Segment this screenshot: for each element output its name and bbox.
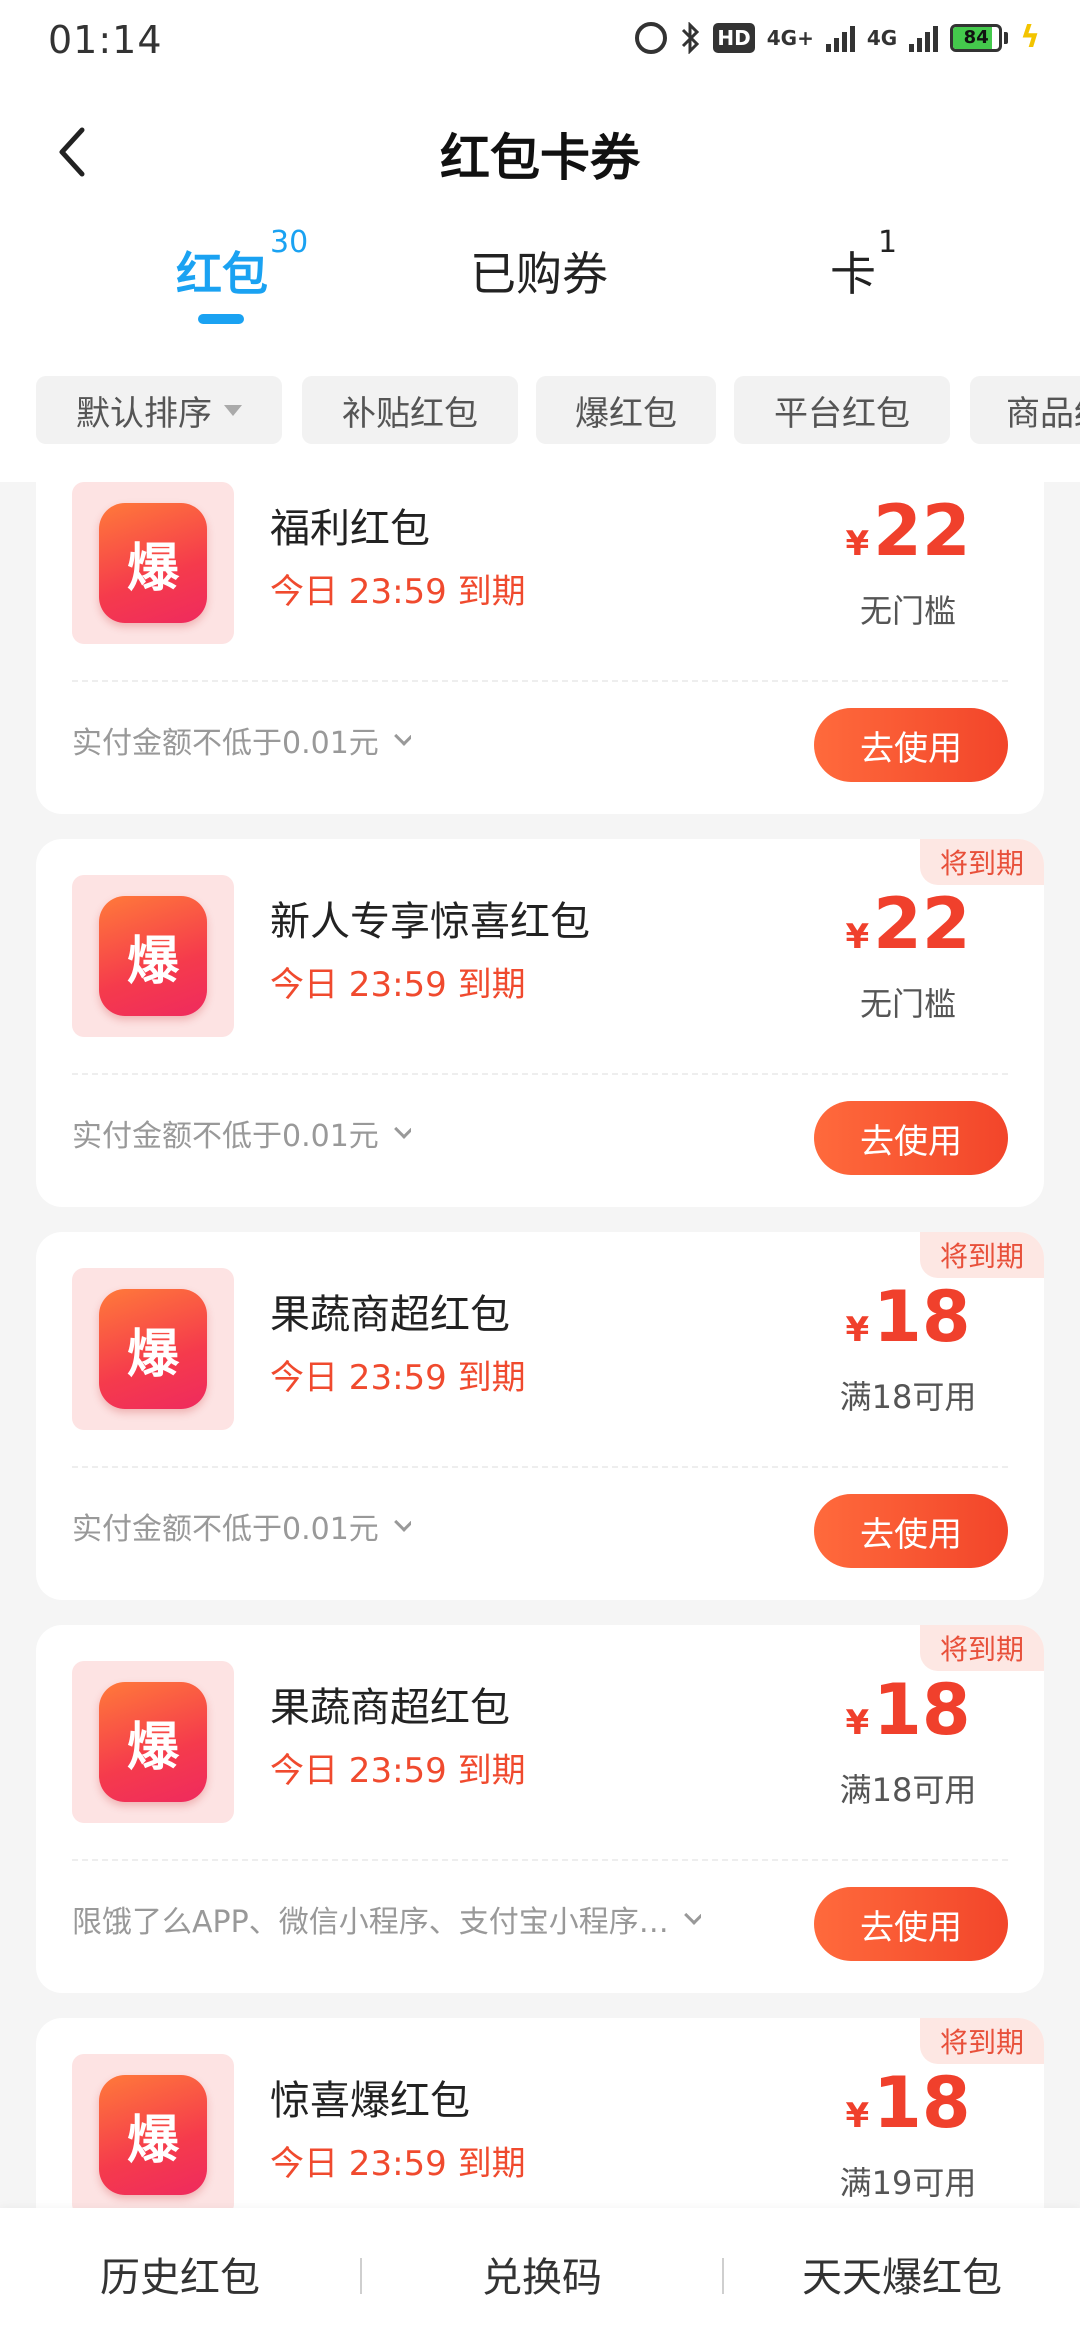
coupon-title: 福利红包 xyxy=(270,506,430,552)
coupon-rule[interactable]: 限饿了么APP、微信小程序、支付宝小程序… xyxy=(72,1897,701,1941)
bluetooth-icon xyxy=(679,21,701,54)
page-title: 红包卡券 xyxy=(440,129,640,187)
tab-bar: 红包30 已购券 卡1 xyxy=(0,222,1080,332)
coupon-expire: 今日 23:59 到期 xyxy=(270,1751,526,1791)
dropdown-arrow-icon xyxy=(224,404,242,416)
chevron-down-icon xyxy=(393,726,411,746)
coupon-card: 将到期 爆 惊喜爆红包 今日 23:59 到期 ¥18 满19可用 xyxy=(36,2018,1044,2208)
coupon-card: 将到期 爆 果蔬商超红包 今日 23:59 到期 ¥18 满18可用 限饿了么A… xyxy=(36,1625,1044,1993)
alarm-icon xyxy=(635,21,668,54)
boom-logo-icon: 爆 xyxy=(99,1682,207,1802)
coupon-list[interactable]: 爆 福利红包 今日 23:59 到期 ¥22 无门槛 实付金额不低于0.01元 … xyxy=(0,482,1080,2208)
coupon-card: 将到期 爆 新人专享惊喜红包 今日 23:59 到期 ¥22 无门槛 实付金额不… xyxy=(36,839,1044,1207)
status-icons: HD 4G+ 4G 84 ϟ xyxy=(635,20,1040,55)
chevron-down-icon xyxy=(393,1512,411,1532)
filter-default-sort[interactable]: 默认排序 xyxy=(36,376,282,444)
signal-icon xyxy=(825,24,855,52)
coupon-logo: 爆 xyxy=(72,875,234,1037)
dashed-divider xyxy=(72,680,1008,682)
tab-purchased-coupons[interactable]: 已购券 xyxy=(470,238,608,318)
tab-count: 30 xyxy=(270,224,309,260)
use-button[interactable]: 去使用 xyxy=(814,1101,1008,1175)
dashed-divider xyxy=(72,1466,1008,1468)
boom-logo-icon: 爆 xyxy=(99,1289,207,1409)
filter-boom[interactable]: 爆红包 xyxy=(536,376,716,444)
coupon-rule[interactable]: 实付金额不低于0.01元 xyxy=(72,1504,411,1548)
signal-icon-2 xyxy=(909,24,939,52)
coupon-condition: 无门槛 xyxy=(859,592,956,630)
chevron-down-icon xyxy=(393,1119,411,1139)
coupon-logo: 爆 xyxy=(72,2054,234,2208)
filter-chips: 默认排序 补贴红包 爆红包 平台红包 商品红包 xyxy=(36,376,1080,444)
status-time: 01:14 xyxy=(48,18,163,62)
coupon-expire: 今日 23:59 到期 xyxy=(270,572,526,612)
use-button[interactable]: 去使用 xyxy=(814,708,1008,782)
coupon-title: 新人专享惊喜红包 xyxy=(270,899,590,945)
coupon-amount: ¥18 xyxy=(845,1276,971,1358)
dashed-divider xyxy=(72,1859,1008,1861)
coupon-expire: 今日 23:59 到期 xyxy=(270,965,526,1005)
boom-logo-icon: 爆 xyxy=(99,896,207,1016)
top-area: 01:14 HD 4G+ 4G 84 ϟ 红包卡券 红包30 已购券 卡1 默认… xyxy=(0,0,1080,482)
coupon-title: 果蔬商超红包 xyxy=(270,1685,510,1731)
history-red-packets-button[interactable]: 历史红包 xyxy=(0,2208,360,2340)
coupon-condition: 无门槛 xyxy=(859,985,956,1023)
coupon-amount: ¥22 xyxy=(845,490,971,572)
coupon-card: 爆 福利红包 今日 23:59 到期 ¥22 无门槛 实付金额不低于0.01元 … xyxy=(36,482,1044,814)
dashed-divider xyxy=(72,1073,1008,1075)
network-4g-plus-label: 4G+ xyxy=(766,25,814,50)
expiring-badge: 将到期 xyxy=(920,1232,1044,1278)
daily-boom-red-packet-button[interactable]: 天天爆红包 xyxy=(724,2208,1080,2340)
coupon-condition: 满18可用 xyxy=(839,1771,977,1809)
coupon-logo: 爆 xyxy=(72,1661,234,1823)
tab-red-packets[interactable]: 红包30 xyxy=(176,225,308,318)
use-button[interactable]: 去使用 xyxy=(814,1494,1008,1568)
coupon-card: 将到期 爆 果蔬商超红包 今日 23:59 到期 ¥18 满18可用 实付金额不… xyxy=(36,1232,1044,1600)
coupon-expire: 今日 23:59 到期 xyxy=(270,1358,526,1398)
coupon-logo: 爆 xyxy=(72,482,234,644)
coupon-title: 果蔬商超红包 xyxy=(270,1292,510,1338)
boom-logo-icon: 爆 xyxy=(99,2075,207,2195)
coupon-expire: 今日 23:59 到期 xyxy=(270,2144,526,2184)
hd-voice-icon: HD xyxy=(713,22,755,53)
expiring-badge: 将到期 xyxy=(920,2018,1044,2064)
charging-icon: ϟ xyxy=(1020,20,1040,55)
coupon-title: 惊喜爆红包 xyxy=(270,2078,470,2124)
network-4g-label: 4G xyxy=(866,25,898,50)
coupon-amount: ¥18 xyxy=(845,2062,971,2144)
battery-icon: 84 xyxy=(950,23,1009,52)
coupon-rule[interactable]: 实付金额不低于0.01元 xyxy=(72,718,411,762)
active-tab-indicator xyxy=(198,314,244,324)
bottom-bar: 历史红包 兑换码 天天爆红包 xyxy=(0,2208,1080,2340)
status-bar: 01:14 HD 4G+ 4G 84 ϟ xyxy=(0,0,1080,84)
filter-product[interactable]: 商品红包 xyxy=(970,376,1080,444)
tab-count: 1 xyxy=(878,224,898,260)
coupon-amount: ¥18 xyxy=(845,1669,971,1751)
chevron-down-icon xyxy=(683,1905,701,1925)
use-button[interactable]: 去使用 xyxy=(814,1887,1008,1961)
filter-platform[interactable]: 平台红包 xyxy=(734,376,950,444)
coupon-condition: 满18可用 xyxy=(839,1378,977,1416)
nav-bar: 红包卡券 xyxy=(0,92,1080,212)
coupon-amount: ¥22 xyxy=(845,883,971,965)
expiring-badge: 将到期 xyxy=(920,839,1044,885)
coupon-rule[interactable]: 实付金额不低于0.01元 xyxy=(72,1111,411,1155)
redeem-code-button[interactable]: 兑换码 xyxy=(362,2208,722,2340)
filter-subsidy[interactable]: 补贴红包 xyxy=(302,376,518,444)
coupon-logo: 爆 xyxy=(72,1268,234,1430)
expiring-badge: 将到期 xyxy=(920,1625,1044,1671)
coupon-condition: 满19可用 xyxy=(839,2164,977,2202)
battery-level: 84 xyxy=(963,27,989,48)
boom-logo-icon: 爆 xyxy=(99,503,207,623)
tab-cards[interactable]: 卡1 xyxy=(830,225,897,318)
